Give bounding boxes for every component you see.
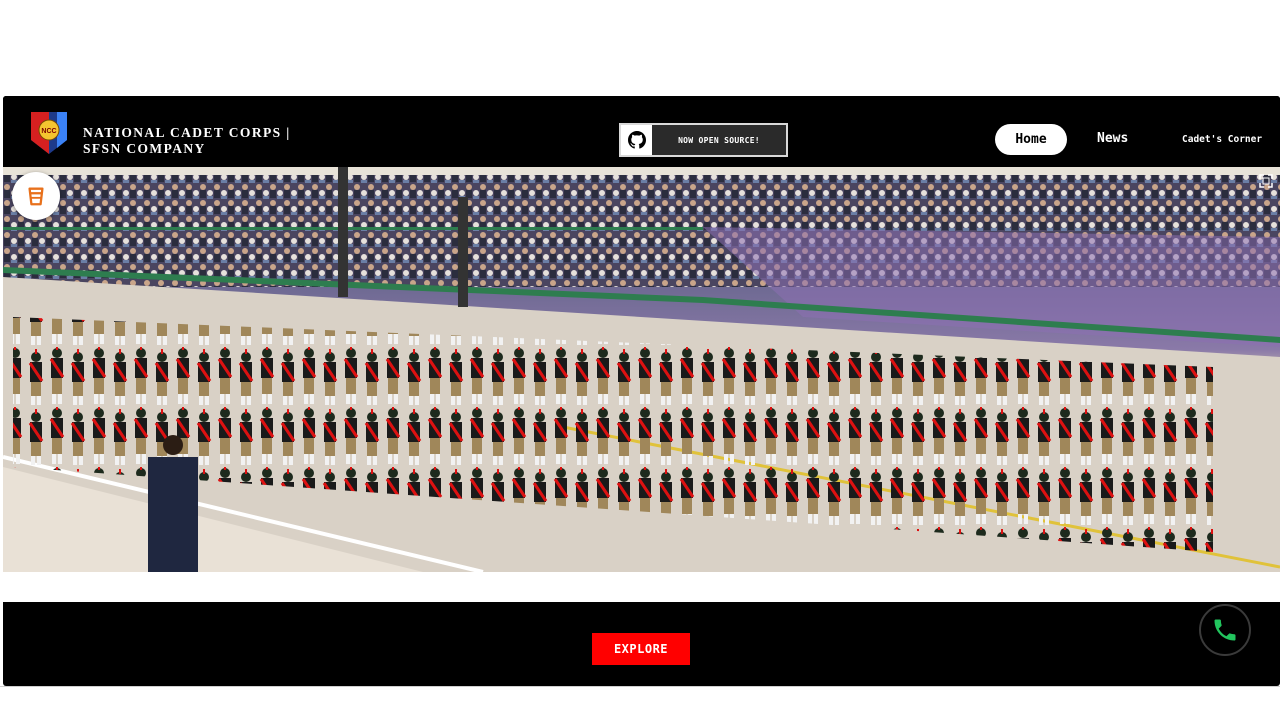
expand-icon[interactable] [1259,174,1273,188]
github-button-label: Now Open Source! [678,135,760,145]
github-icon-wrap [621,125,652,155]
cup-icon [28,187,44,206]
hero-bottom-strip [3,572,1280,602]
nav-cadets-corner[interactable]: Cadet's Corner [1182,134,1262,145]
bottom-divider [0,686,1280,687]
logo-text: NCC [41,128,56,135]
github-open-source-button[interactable]: Now Open Source! [619,123,788,157]
hero-image [3,167,1280,572]
explore-button[interactable]: EXPLORE [592,633,690,665]
cup-button[interactable] [12,172,60,220]
phone-icon [1214,619,1236,641]
nav-news[interactable]: News [1097,131,1128,146]
github-icon [627,131,646,149]
brand-line-2: SFSN COMPANY [83,141,206,156]
phone-call-button[interactable] [1199,604,1251,656]
brand-title[interactable]: NATIONAL CADET CORPS | SFSN COMPANY [83,125,291,157]
brand-line-1: NATIONAL CADET CORPS | [83,125,291,140]
ncc-logo[interactable]: NCC [29,110,69,156]
hero-parade-illustration [3,167,1280,572]
nav-home[interactable]: Home [995,124,1067,155]
site-header: NCC NATIONAL CADET CORPS | SFSN COMPANY … [3,96,1280,167]
page-frame: NCC NATIONAL CADET CORPS | SFSN COMPANY … [3,96,1280,686]
